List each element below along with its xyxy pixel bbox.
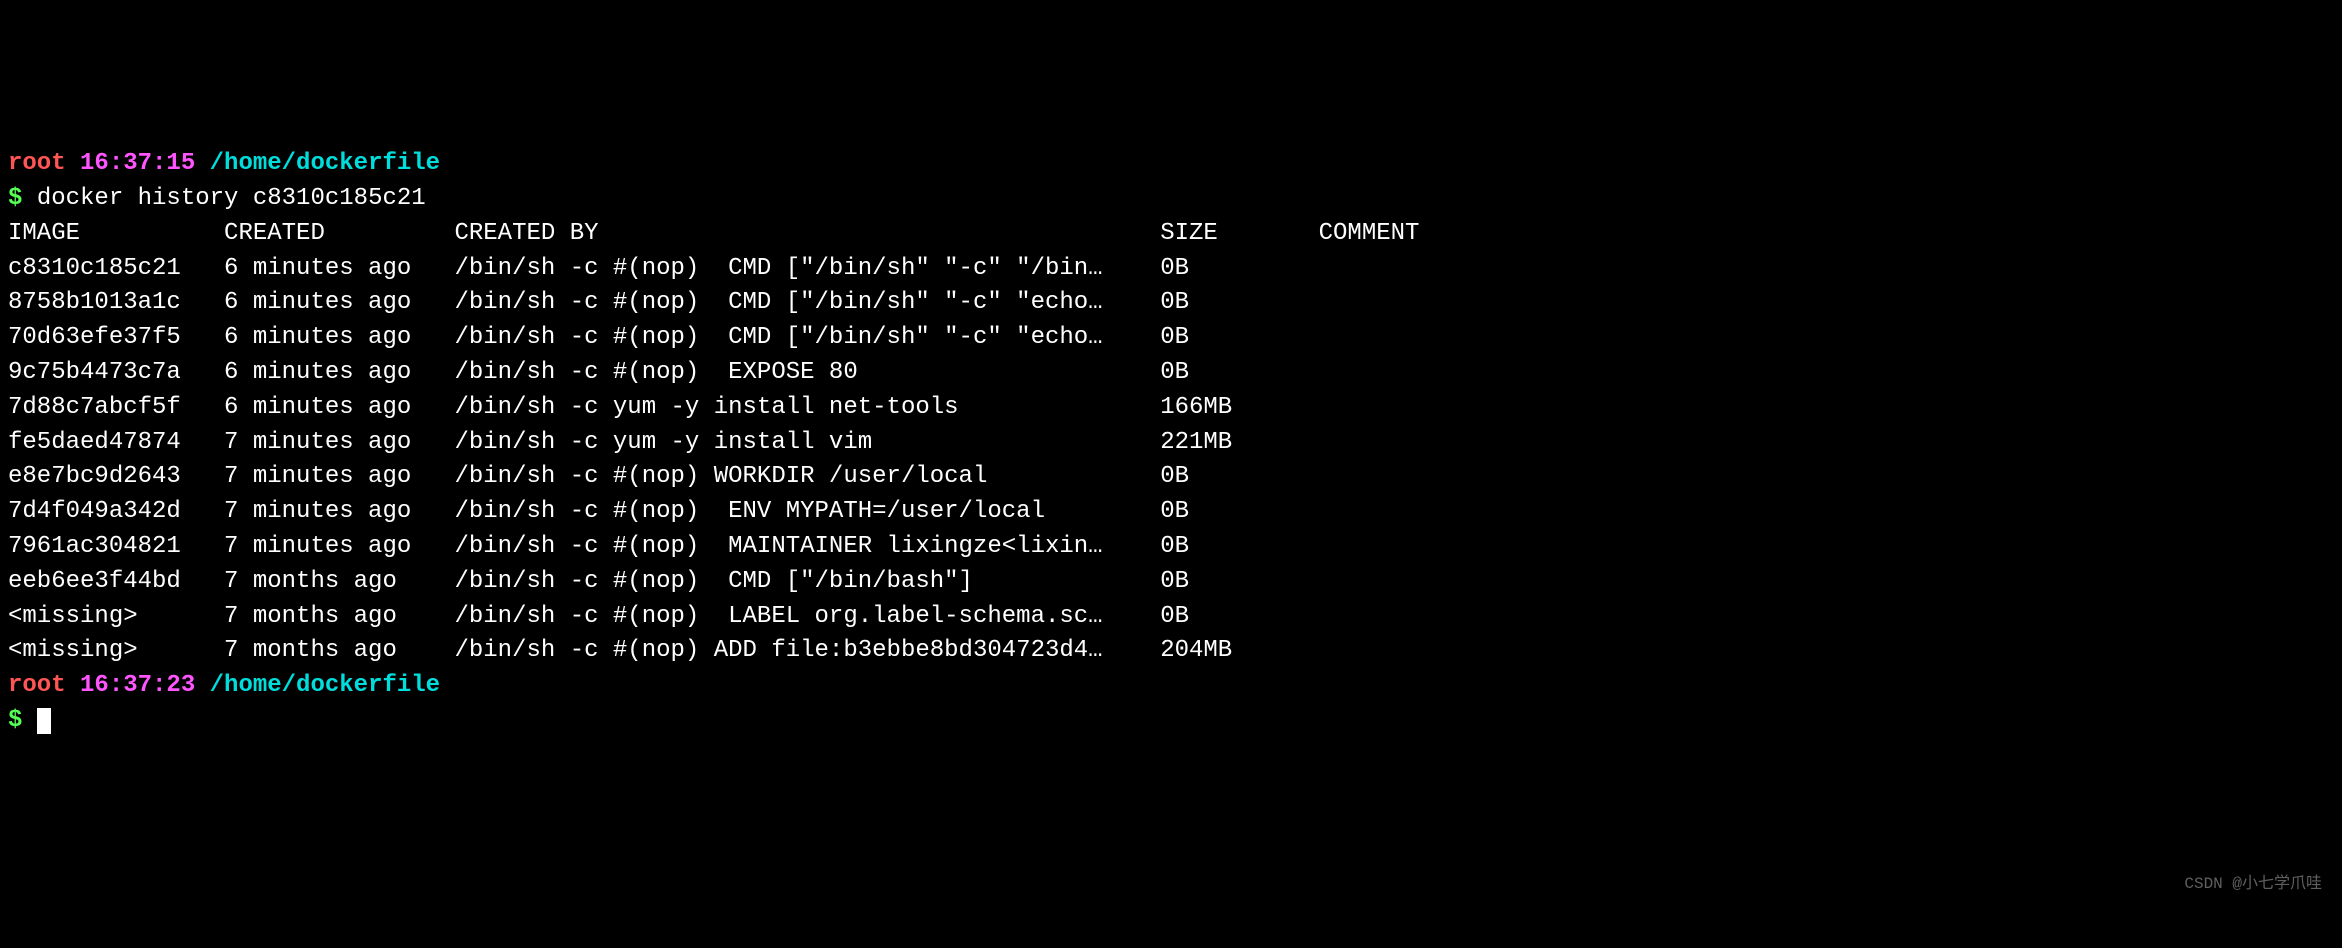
prompt-line-2: root 16:37:23 /home/dockerfile <box>8 669 2334 704</box>
table-row: fe5daed47874 7 minutes ago /bin/sh -c yu… <box>8 426 2334 461</box>
command-text: docker history c8310c185c21 <box>37 185 426 212</box>
prompt-user: root <box>8 672 66 699</box>
table-row: 7d4f049a342d 7 minutes ago /bin/sh -c #(… <box>8 495 2334 530</box>
terminal-output[interactable]: root 16:37:15 /home/dockerfile$ docker h… <box>8 147 2334 739</box>
prompt-time: 16:37:23 <box>80 672 195 699</box>
cursor <box>37 708 51 734</box>
prompt-line-1: root 16:37:15 /home/dockerfile <box>8 147 2334 182</box>
prompt-dollar: $ <box>8 707 22 734</box>
table-row: 7d88c7abcf5f 6 minutes ago /bin/sh -c yu… <box>8 391 2334 426</box>
prompt-path: /home/dockerfile <box>210 672 440 699</box>
table-row: 70d63efe37f5 6 minutes ago /bin/sh -c #(… <box>8 321 2334 356</box>
table-row: <missing> 7 months ago /bin/sh -c #(nop)… <box>8 600 2334 635</box>
table-row: 7961ac304821 7 minutes ago /bin/sh -c #(… <box>8 530 2334 565</box>
table-row: <missing> 7 months ago /bin/sh -c #(nop)… <box>8 634 2334 669</box>
table-row: 8758b1013a1c 6 minutes ago /bin/sh -c #(… <box>8 286 2334 321</box>
table-row: eeb6ee3f44bd 7 months ago /bin/sh -c #(n… <box>8 565 2334 600</box>
command-line: $ docker history c8310c185c21 <box>8 182 2334 217</box>
prompt-dollar: $ <box>8 185 22 212</box>
table-row: 9c75b4473c7a 6 minutes ago /bin/sh -c #(… <box>8 356 2334 391</box>
prompt-path: /home/dockerfile <box>210 150 440 177</box>
watermark: CSDN @小七学爪哇 <box>2184 873 2322 896</box>
table-row: c8310c185c21 6 minutes ago /bin/sh -c #(… <box>8 252 2334 287</box>
table-header: IMAGE CREATED CREATED BY SIZE COMMENT <box>8 217 2334 252</box>
current-prompt[interactable]: $ <box>8 704 2334 739</box>
table-row: e8e7bc9d2643 7 minutes ago /bin/sh -c #(… <box>8 460 2334 495</box>
prompt-time: 16:37:15 <box>80 150 195 177</box>
prompt-user: root <box>8 150 66 177</box>
